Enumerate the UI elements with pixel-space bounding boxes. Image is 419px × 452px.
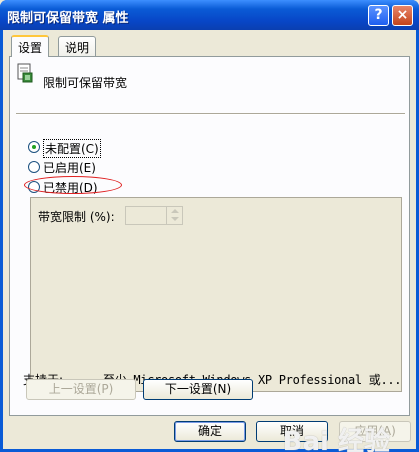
- radio-selected-dot: [32, 145, 36, 149]
- annotation-ellipse: [24, 176, 122, 194]
- apply-button[interactable]: 应用(A): [339, 421, 411, 442]
- radio-button[interactable]: [28, 161, 40, 173]
- title-bar[interactable]: 限制可保留带宽 属性 ? ×: [0, 0, 419, 30]
- settings-panel: 限制可保留带宽 未配置(C) 已启用(E) 已禁用(D) 带宽限制 (%):: [9, 56, 410, 416]
- help-button[interactable]: ?: [368, 5, 389, 26]
- spinner-up-icon[interactable]: [171, 209, 179, 213]
- spinner-down-icon[interactable]: [171, 217, 179, 221]
- radio-label: 已启用(E): [43, 161, 96, 175]
- properties-window: 限制可保留带宽 属性 ? × 设置 说明 限制可保留带宽 未配置(C) 已启用(…: [0, 0, 419, 452]
- next-setting-button[interactable]: 下一设置(N): [143, 379, 253, 400]
- dialog-client-area: 设置 说明 限制可保留带宽 未配置(C) 已启用(E) 已禁用(D) 带宽限制 …: [3, 30, 416, 452]
- ok-button[interactable]: 确定: [174, 421, 246, 442]
- cancel-button[interactable]: 取消: [256, 421, 328, 442]
- tab-settings[interactable]: 设置: [11, 35, 50, 57]
- radio-button[interactable]: [28, 141, 40, 153]
- tab-explain[interactable]: 说明: [58, 36, 97, 56]
- window-title: 限制可保留带宽 属性: [7, 11, 129, 26]
- previous-setting-button[interactable]: 上一设置(P): [26, 379, 136, 400]
- bandwidth-limit-label: 带宽限制 (%):: [38, 210, 115, 224]
- divider: [16, 113, 405, 115]
- options-area: 带宽限制 (%):: [30, 197, 402, 392]
- policy-setting-icon: [17, 63, 33, 83]
- bandwidth-limit-spinner[interactable]: [125, 206, 183, 225]
- close-button[interactable]: ×: [392, 5, 413, 26]
- spinner-arrows[interactable]: [166, 207, 182, 224]
- radio-label: 未配置(C): [43, 139, 101, 158]
- policy-title: 限制可保留带宽: [43, 76, 128, 90]
